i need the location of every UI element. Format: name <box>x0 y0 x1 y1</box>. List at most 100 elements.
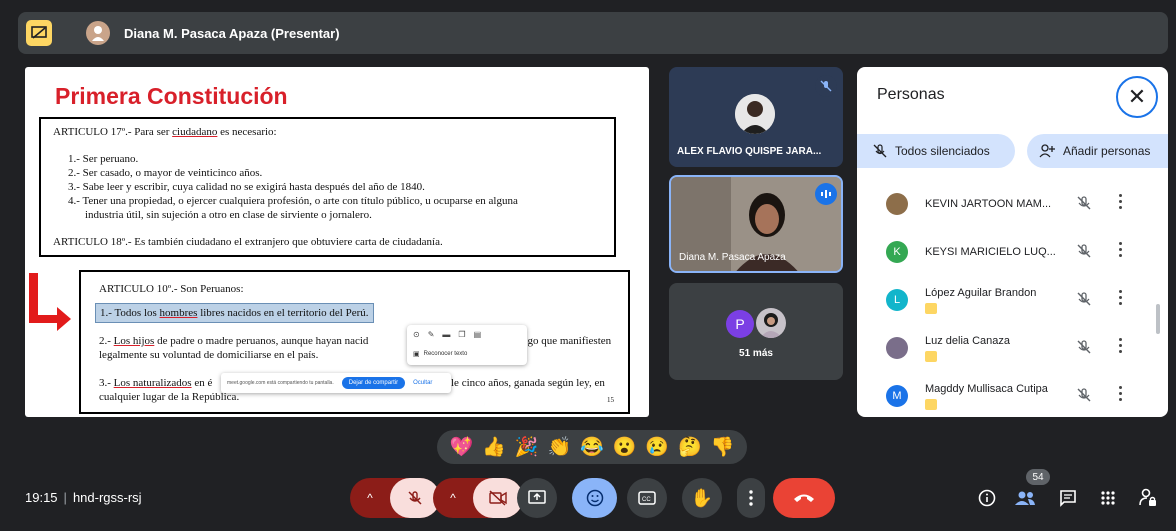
tile-name: Diana M. Pasaca Apaza <box>679 252 786 263</box>
reaction-emoji[interactable]: 💖 <box>449 435 473 459</box>
camera-off-icon <box>489 490 507 506</box>
leave-call-button[interactable] <box>773 478 835 518</box>
article-17-line: ARTICULO 17º.- Para ser ciudadano es nec… <box>53 126 277 138</box>
text: 1.- Todos los <box>100 307 160 319</box>
text-icon[interactable]: ▤ <box>474 330 482 339</box>
muted-mic-icon <box>873 144 887 158</box>
participant-row[interactable]: L López Aguilar Brandon <box>857 278 1157 326</box>
article-10-line: ARTICULO 10º.- Son Peruanos: <box>99 283 244 295</box>
red-arrow-icon <box>29 273 71 331</box>
muted-mic-icon[interactable] <box>1076 387 1092 408</box>
add-people-button[interactable]: Añadir personas <box>1027 134 1168 168</box>
close-panel-button[interactable]: ✕ <box>1116 76 1158 118</box>
mic-options-button[interactable]: ^ <box>350 478 390 518</box>
participant-row[interactable]: KEVIN JARTOON MAM... <box>857 182 1157 230</box>
copy-icon[interactable]: ❐ <box>458 330 465 339</box>
chat-button[interactable] <box>1056 486 1080 510</box>
reactions-button[interactable] <box>572 478 617 518</box>
recognize-text-label: Reconocer texto <box>423 351 468 357</box>
more-participants-tile[interactable]: P 51 más <box>669 283 843 380</box>
pen-icon[interactable]: ✎ <box>428 330 435 339</box>
recognize-text-item[interactable]: ▣ Reconocer texto <box>413 350 467 358</box>
paragraph-2-line2: legalmente su voluntad de domiciliarse e… <box>99 349 319 361</box>
stop-sharing-button[interactable]: Dejar de compartir <box>341 377 406 389</box>
participant-count-badge: 54 <box>1026 469 1050 485</box>
more-options-button[interactable] <box>737 478 765 518</box>
reaction-emoji[interactable]: 😮 <box>613 435 637 459</box>
lens-context-menu: ⊙ ✎ ▬ ❐ ▤ ▣ Reconocer texto <box>407 325 527 365</box>
search-icon[interactable]: ⊙ <box>413 330 420 339</box>
muted-mic-icon[interactable] <box>1076 339 1092 360</box>
avatar <box>886 193 908 215</box>
list-item: industria útil, sin sujeción a otro en c… <box>85 209 372 221</box>
hand-icon: ✋ <box>690 487 714 508</box>
participant-tile-diana[interactable]: Diana M. Pasaca Apaza <box>669 175 843 273</box>
screen-share-bar: meet.google.com está compartiendo tu pan… <box>221 373 451 393</box>
presenter-avatar <box>86 21 110 45</box>
text: de padre o madre peruanos, aunque hayan … <box>154 335 369 347</box>
presentation-badge-icon <box>925 351 937 362</box>
more-vert-icon[interactable] <box>1119 338 1123 356</box>
present-icon <box>528 490 546 504</box>
reaction-emoji[interactable]: 😢 <box>645 435 669 459</box>
hide-button[interactable]: Ocultar <box>413 380 432 386</box>
camera-toggle-button[interactable] <box>473 478 523 518</box>
reaction-emoji[interactable]: 🎉 <box>515 435 539 459</box>
info-icon <box>978 489 996 507</box>
paragraph-3-end: le cinco años, ganada según ley, en <box>451 377 605 389</box>
svg-text:CC: CC <box>642 497 651 503</box>
muted-mic-icon[interactable] <box>1076 291 1092 312</box>
avatar: M <box>886 385 908 407</box>
raise-hand-button[interactable]: ✋ <box>682 478 722 518</box>
present-screen-button[interactable] <box>517 478 557 518</box>
participant-row[interactable]: M Magddy Mullisaca Cutipa <box>857 374 1157 417</box>
slide-heading: Primera Constitución <box>55 83 288 109</box>
participant-name: Luz delia Canaza <box>925 335 1011 347</box>
lock-person-icon <box>1139 488 1156 506</box>
presentation-icon[interactable] <box>26 20 52 46</box>
meeting-details-button[interactable] <box>975 486 999 510</box>
host-controls-button[interactable] <box>1136 486 1160 510</box>
people-button[interactable] <box>1013 486 1037 510</box>
more-vert-icon[interactable] <box>1119 194 1123 212</box>
reaction-emoji[interactable]: 👏 <box>547 435 571 459</box>
camera-options-button[interactable]: ^ <box>433 478 473 518</box>
more-vert-icon[interactable] <box>1119 386 1123 404</box>
more-vert-icon <box>749 490 753 506</box>
list-item: 3.- Sabe leer y escribir, cuya calidad n… <box>68 181 425 193</box>
emoji-icon <box>586 489 603 507</box>
participant-tile-alex[interactable]: ALEX FLAVIO QUISPE JARA... <box>669 67 843 167</box>
delete-icon[interactable]: ▬ <box>442 330 450 339</box>
reaction-emoji[interactable]: 👎 <box>711 435 735 459</box>
paragraph-3: 3.- Los naturalizados en é <box>99 377 212 389</box>
reaction-emoji[interactable]: 😂 <box>580 435 604 459</box>
muted-mic-icon[interactable] <box>1076 243 1092 264</box>
share-message: meet.google.com está compartiendo tu pan… <box>227 380 334 386</box>
highlighted-line: 1.- Todos los hombres libres nacidos en … <box>95 303 374 323</box>
scrollbar[interactable] <box>1156 304 1160 334</box>
shared-screen: Primera Constitución ARTICULO 17º.- Para… <box>25 67 649 417</box>
underlined-word: ciudadano <box>172 126 218 138</box>
reaction-bar: 💖 👍 🎉 👏 😂 😮 😢 🤔 👎 <box>437 430 747 464</box>
muted-mic-icon[interactable] <box>1076 195 1092 216</box>
underlined-word: Los hijos <box>113 335 155 347</box>
participant-name: López Aguilar Brandon <box>925 287 1037 299</box>
muted-mic-icon <box>408 491 422 505</box>
participant-row[interactable]: Luz delia Canaza <box>857 326 1157 374</box>
muted-mic-icon <box>815 75 837 97</box>
reaction-emoji[interactable]: 👍 <box>482 435 506 459</box>
presentation-badge-icon <box>925 399 937 410</box>
text: libres nacidos en el territorio del Perú… <box>197 307 369 319</box>
avatar: P <box>726 310 754 338</box>
mute-all-button[interactable]: Todos silenciados <box>857 134 1015 168</box>
more-vert-icon[interactable] <box>1119 242 1123 260</box>
captions-button[interactable]: CC <box>627 478 667 518</box>
chevron-up-icon: ^ <box>367 491 373 505</box>
participant-row[interactable]: K KEYSI MARICIELO LUQ... <box>857 230 1157 278</box>
reaction-emoji[interactable]: 🤔 <box>678 435 702 459</box>
participant-name: KEYSI MARICIELO LUQ... <box>925 246 1056 258</box>
more-vert-icon[interactable] <box>1119 290 1123 308</box>
activities-button[interactable] <box>1096 486 1120 510</box>
people-icon <box>1015 491 1035 505</box>
underlined-word: hombres <box>159 307 198 319</box>
